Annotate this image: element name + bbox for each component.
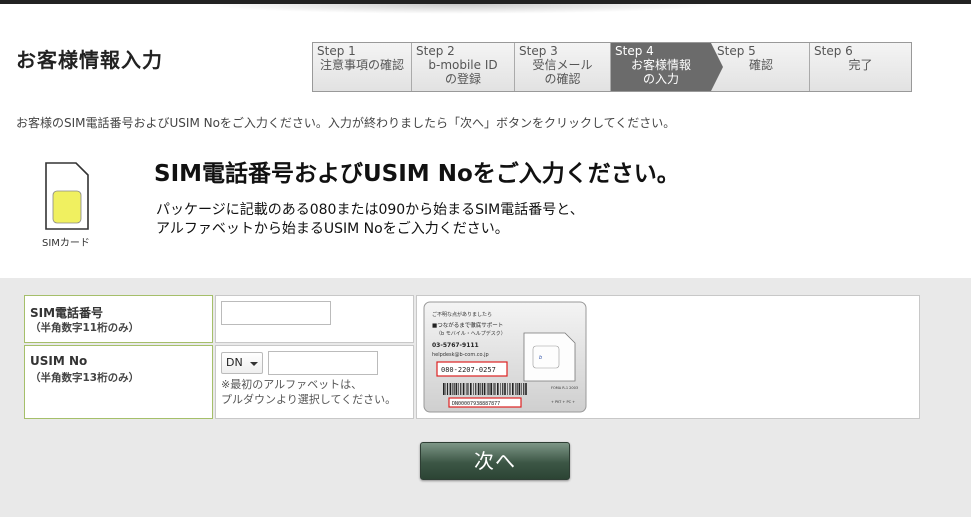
barcode-bar [481, 383, 483, 395]
main-heading: SIM電話番号およびUSIM Noをご入力ください。 [154, 161, 680, 187]
barcode-bar [502, 383, 504, 395]
barcode-bar [443, 383, 445, 395]
step-4-active: Step 4 お客様情報 の入力 [611, 43, 723, 91]
barcode-bar [507, 383, 508, 395]
step-2: Step 2 b-mobile ID の登録 [412, 43, 515, 91]
sim-phone-input[interactable] [221, 301, 331, 325]
step-2-label: b-mobile ID [428, 58, 498, 72]
card-text: ご不明な点がありましたら [432, 311, 492, 318]
card-image-cell: ご不明な点がありましたら ■つながるまで徹底サポート （b モバイル・ヘルプデス… [416, 295, 920, 419]
next-button[interactable]: 次へ [420, 442, 570, 480]
step-1-label: 注意事項の確認 [319, 58, 404, 72]
barcode-bar [488, 383, 490, 395]
barcode-bar [473, 383, 474, 395]
barcode-bar [458, 383, 459, 395]
barcode-bar [447, 383, 449, 395]
step-1-number: Step 1 [317, 44, 356, 58]
barcode-bar [475, 383, 477, 395]
step-5: Step 5 確認 [711, 43, 810, 91]
step-5-label: 確認 [748, 58, 773, 72]
barcode-bar [455, 383, 458, 395]
usim-note: ※最初のアルファベットは、 プルダウンより選択してください。 [221, 377, 396, 407]
usim-label-cell: USIM No （半角数字13桁のみ） [24, 345, 213, 419]
instruction-line: アルファベットから始まるUSIM Noをご入力ください。 [156, 221, 509, 237]
card-text: FOMA R-1 2003 [551, 386, 578, 390]
step-4-number: Step 4 [615, 44, 654, 58]
barcode-bar [516, 383, 518, 395]
sim-card-icon [45, 162, 89, 230]
step-3-number: Step 3 [519, 44, 558, 58]
top-shadow [200, 4, 720, 14]
card-text: ■つながるまで徹底サポート [432, 321, 503, 329]
card-barcode-number: DN00007938887877 [452, 401, 500, 407]
barcode-bar [504, 383, 506, 395]
step-4-label: の入力 [642, 72, 679, 86]
step-indicator: Step 1 注意事項の確認 Step 2 b-mobile ID の登録 St… [312, 42, 912, 92]
barcode-bar [480, 383, 481, 395]
barcode-bar [470, 383, 472, 395]
usim-sublabel: （半角数字13桁のみ） [30, 372, 140, 384]
svg-text:b: b [539, 355, 542, 361]
usim-note-line: プルダウンより選択してください。 [221, 393, 397, 406]
barcode-bar [509, 383, 511, 395]
step-6: Step 6 完了 [810, 43, 911, 91]
barcode-bar [492, 383, 494, 395]
barcode-bar [453, 383, 455, 395]
usim-number-input[interactable] [268, 351, 378, 375]
barcode-bar [518, 383, 521, 395]
step-6-number: Step 6 [814, 44, 853, 58]
barcode-bar [490, 383, 492, 395]
step-6-label: 完了 [848, 58, 873, 72]
step-2-number: Step 2 [416, 44, 455, 58]
step-3: Step 3 受信メール の確認 [515, 43, 611, 91]
step-3-label: 受信メール [532, 58, 593, 72]
card-sim-number: 080-2207-0257 [441, 366, 496, 374]
card-text: helpdesk@b-com.co.jp [432, 352, 489, 358]
barcode-bar [462, 383, 465, 395]
barcode-bar [515, 383, 516, 395]
card-text: （b モバイル・ヘルプデスク） [436, 330, 506, 337]
usim-prefix-value: DN [226, 356, 243, 369]
step-2-label: の登録 [444, 72, 481, 86]
barcode-bar [452, 383, 453, 395]
sim-chip-card [523, 332, 576, 382]
barcode-bar [494, 383, 496, 395]
card-text: 03-5767-9111 [432, 342, 479, 349]
barcode-bar [467, 383, 469, 395]
step-5-number: Step 5 [717, 44, 756, 58]
sim-card-label: SIMカード [42, 238, 90, 249]
instruction-line: パッケージに記載のある080または090から始まるSIM電話番号と、 [156, 202, 584, 218]
barcode-bar [445, 383, 447, 395]
barcode-bar [449, 383, 452, 395]
phone-input-cell [215, 295, 414, 343]
barcode-bar [497, 383, 499, 395]
usim-input-cell: DN ※最初のアルファベットは、 プルダウンより選択してください。 [215, 345, 414, 419]
barcode-bar [525, 383, 527, 395]
usim-prefix-select[interactable]: DN [221, 352, 263, 374]
barcode-bar [521, 383, 522, 395]
barcode-bar [512, 383, 514, 395]
barcode-bar [523, 383, 525, 395]
phone-label: SIM電話番号 [30, 306, 104, 320]
step-4-label: お客様情報 [630, 58, 691, 72]
barcode-bar [477, 383, 480, 395]
usim-label: USIM No [30, 354, 88, 368]
chevron-down-icon [250, 362, 258, 366]
barcode-bar [483, 383, 486, 395]
barcode-bar [465, 383, 467, 395]
intro-text: お客様のSIM電話番号およびUSIM Noをご入力ください。入力が終わりましたら… [16, 116, 676, 130]
page-title: お客様情報入力 [16, 48, 163, 72]
instruction-text: パッケージに記載のある080または090から始まるSIM電話番号と、 アルファベ… [156, 201, 584, 239]
phone-sublabel: （半角数字11桁のみ） [30, 322, 140, 334]
phone-label-cell: SIM電話番号 （半角数字11桁のみ） [24, 295, 213, 343]
sim-package-image: ご不明な点がありましたら ■つながるまで徹底サポート （b モバイル・ヘルプデス… [423, 301, 587, 413]
step-3-label: の確認 [544, 72, 581, 86]
barcode-bar [460, 383, 462, 395]
card-text: + PKT + PC + [551, 400, 575, 404]
step-1: Step 1 注意事項の確認 [313, 43, 412, 91]
barcode-bar [486, 383, 488, 395]
usim-note-line: ※最初のアルファベットは、 [221, 378, 363, 391]
barcode-bar [500, 383, 501, 395]
